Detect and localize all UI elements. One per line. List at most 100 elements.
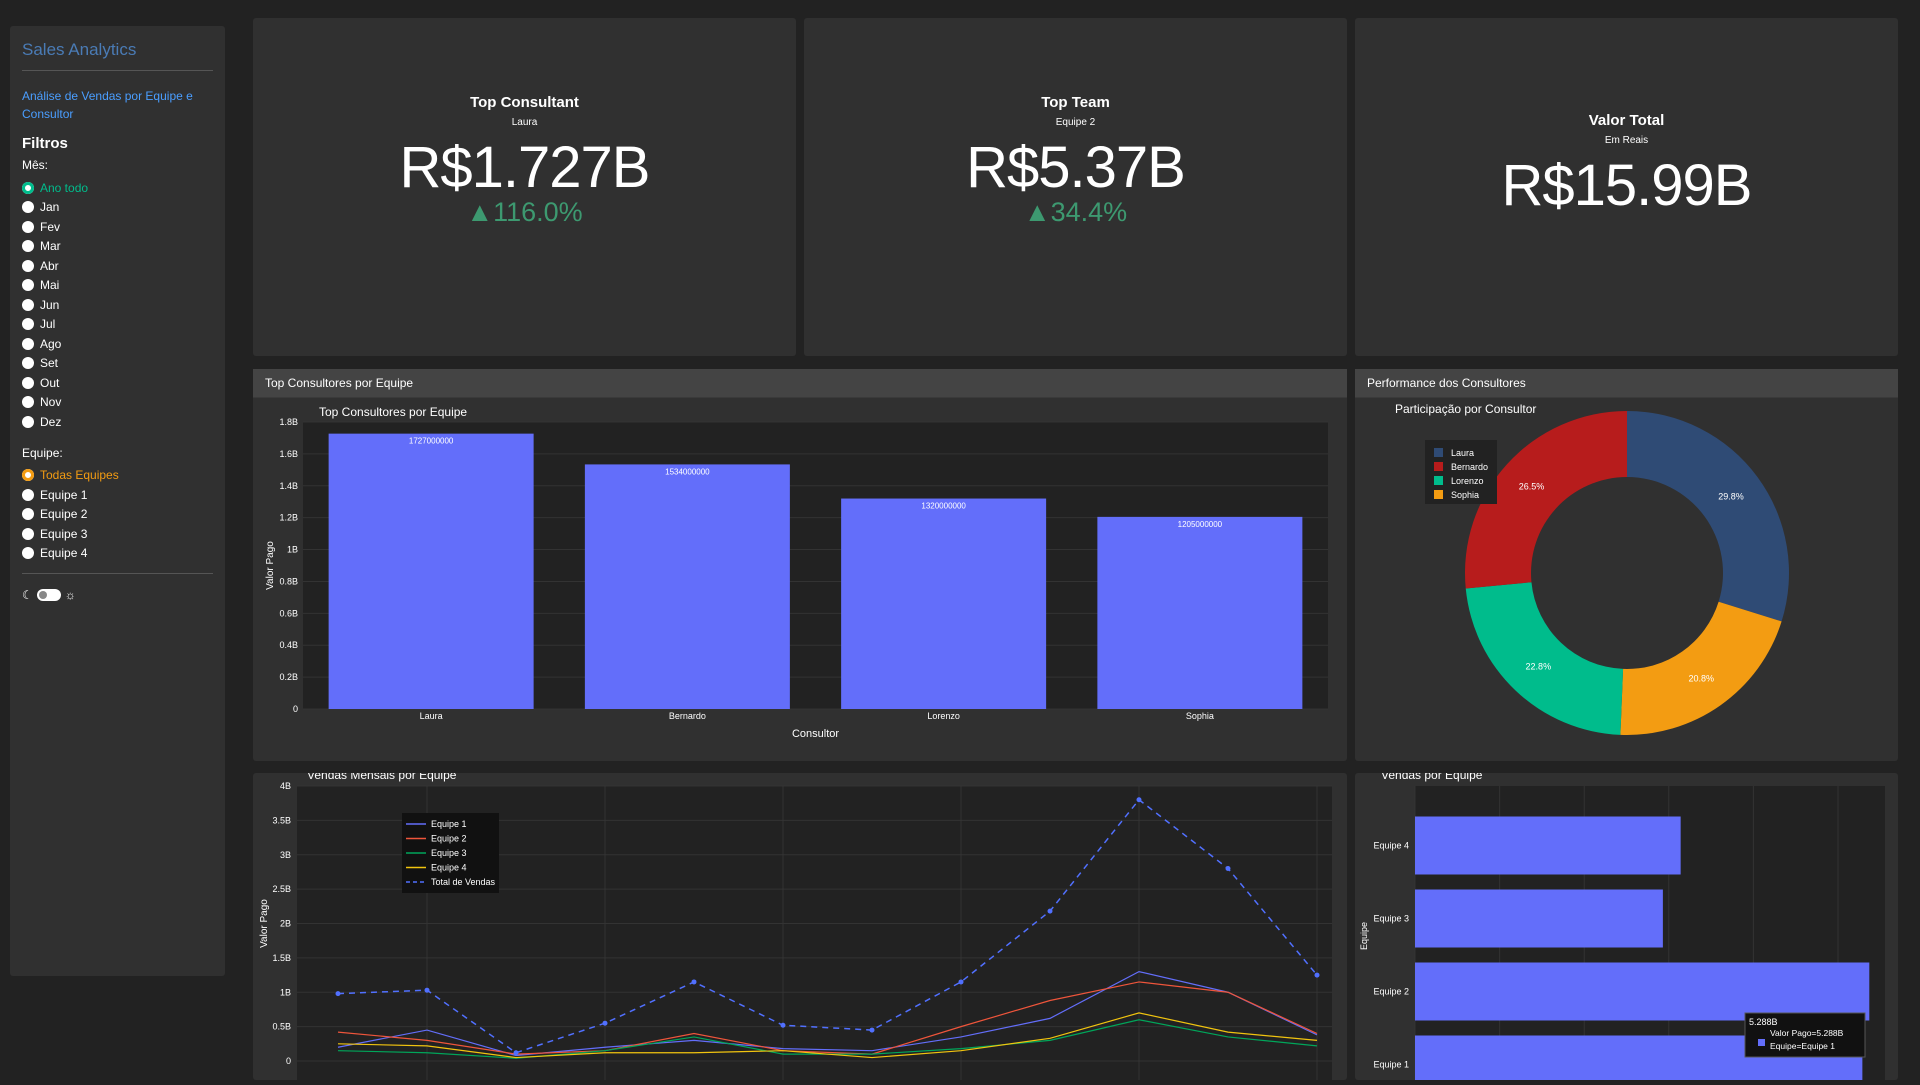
bar: [841, 498, 1047, 709]
radio-label: Nov: [40, 395, 62, 410]
radio-circle[interactable]: [22, 527, 34, 540]
monthly-sales-line-chart[interactable]: Vendas Mensais por Equipe 0 0.5B 1B 1.5B 2B 2.…: [253, 768, 1347, 1081]
bar-data-label: 1320000000: [921, 502, 966, 511]
radio-circle[interactable]: [22, 469, 34, 482]
team-radio-1[interactable]: Equipe 1: [22, 485, 213, 505]
y-tick-label: Equipe 2: [1373, 987, 1409, 997]
theme-switch[interactable]: [36, 589, 61, 601]
data-point: [335, 991, 341, 997]
consultant-donut-chart[interactable]: Participação por Consultor 29.8% 20.8% 22.8…: [1355, 398, 1898, 761]
y-axis-title: Valor Pago: [265, 541, 276, 590]
month-radio-3[interactable]: Mar: [22, 237, 213, 257]
month-radio-0[interactable]: Ano todo: [22, 178, 213, 198]
month-radio-5[interactable]: Mai: [22, 276, 213, 296]
sun-icon: ☼: [64, 588, 76, 602]
data-point: [1314, 972, 1320, 978]
legend: Laura Bernardo Lorenzo Sophia: [1425, 440, 1497, 504]
legend-label: Sophia: [1451, 490, 1479, 500]
data-point: [602, 1020, 608, 1026]
x-tick-label: Bernardo: [669, 711, 706, 721]
team-sales-bar-chart[interactable]: Vendas por Equipe Equipe Equipe 1 Equipe 2 E…: [1355, 768, 1898, 1085]
bar-data-label: 1205000000: [1178, 520, 1223, 529]
month-radio-11[interactable]: Nov: [22, 393, 213, 413]
radio-circle[interactable]: [22, 488, 34, 501]
month-radio-1[interactable]: Jan: [22, 198, 213, 218]
y-tick-label: Equipe 1: [1373, 1060, 1409, 1070]
team-radio-0[interactable]: Todas Equipes: [22, 466, 213, 486]
x-tick-label: Sophia: [1186, 711, 1214, 721]
sidebar-subtitle[interactable]: Análise de Vendas por Equipe e Consultor: [22, 87, 213, 123]
kpi-top-team: Top Team Equipe 2 R$5.37B ▲34.4%: [804, 18, 1347, 356]
slice-label: 20.8%: [1688, 673, 1714, 683]
data-point: [869, 1027, 875, 1033]
y-tick-label: 1.4B: [279, 481, 298, 491]
month-radio-9[interactable]: Set: [22, 354, 213, 374]
radio-circle[interactable]: [22, 201, 34, 214]
month-radio-2[interactable]: Fev: [22, 217, 213, 237]
team-sales-card: Vendas por Equipe Equipe Equipe 1 Equipe 2 E…: [1355, 768, 1898, 1085]
legend-label: Equipe 3: [431, 848, 467, 858]
team-radio-3[interactable]: Equipe 3: [22, 524, 213, 544]
bar: [584, 464, 790, 709]
team-radio-group: Todas Equipes Equipe 1 Equipe 2 Equipe 3 Equ…: [22, 466, 213, 564]
month-radio-group: Ano todo Jan Fev Mar Abr Mai Jun Jul Ago Set Out No…: [22, 178, 213, 432]
x-tick-label: Laura: [420, 711, 443, 721]
tooltip-value: 5.288B: [1749, 1017, 1778, 1027]
radio-circle[interactable]: [22, 298, 34, 311]
legend-label: Equipe 2: [431, 834, 467, 844]
bar: [1415, 962, 1870, 1021]
radio-circle[interactable]: [22, 547, 34, 560]
radio-label: Dez: [40, 414, 62, 429]
legend-label: Equipe 1: [431, 819, 467, 829]
radio-label: Equipe 1: [40, 487, 88, 502]
y-tick-label: 0.8B: [279, 576, 298, 586]
radio-label: Equipe 4: [40, 546, 88, 561]
kpi-delta: ▲116.0%: [466, 197, 583, 227]
month-radio-12[interactable]: Dez: [22, 412, 213, 432]
y-tick-label: 0.6B: [279, 608, 298, 618]
radio-circle[interactable]: [22, 220, 34, 233]
month-radio-6[interactable]: Jun: [22, 295, 213, 315]
card-header: Top Consultores por Equipe: [253, 369, 1347, 398]
y-tick-label: 1.5B: [272, 953, 291, 963]
radio-circle[interactable]: [22, 376, 34, 389]
radio-circle[interactable]: [22, 240, 34, 253]
brand-title[interactable]: Sales Analytics: [22, 40, 213, 71]
month-radio-7[interactable]: Jul: [22, 315, 213, 335]
y-tick-label: 2B: [280, 919, 291, 929]
radio-circle[interactable]: [22, 357, 34, 370]
month-label: Mês:: [22, 158, 49, 172]
y-tick-label: 4B: [280, 781, 291, 791]
radio-circle[interactable]: [22, 259, 34, 272]
y-tick-label: 1B: [287, 545, 298, 555]
month-radio-10[interactable]: Out: [22, 373, 213, 393]
radio-circle[interactable]: [22, 337, 34, 350]
radio-circle[interactable]: [22, 318, 34, 331]
month-radio-4[interactable]: Abr: [22, 256, 213, 276]
data-point: [513, 1050, 519, 1056]
chart-title: Participação por Consultor: [1395, 402, 1536, 416]
kpi-value: R$1.727B: [399, 135, 651, 200]
consultants-bar-chart[interactable]: Top Consultores por Equipe 0 0.2B 0.4B 0.6B 0…: [253, 398, 1347, 761]
radio-label: Equipe 2: [40, 507, 88, 522]
card-header: Performance dos Consultores: [1355, 369, 1898, 398]
performance-card: Performance dos Consultores Participação…: [1355, 369, 1898, 761]
month-radio-8[interactable]: Ago: [22, 334, 213, 354]
radio-circle[interactable]: [22, 415, 34, 428]
y-tick-label: Equipe 4: [1373, 841, 1409, 851]
y-tick-label: 0.5B: [272, 1022, 291, 1032]
theme-toggle[interactable]: ☾ ☼: [22, 588, 213, 602]
radio-circle[interactable]: [22, 181, 34, 194]
legend-swatch: [1434, 462, 1443, 471]
bar: [1097, 516, 1303, 709]
radio-label: Mar: [40, 239, 61, 254]
team-label: Equipe:: [22, 445, 63, 460]
y-tick-label: 0.4B: [279, 640, 298, 650]
team-radio-4[interactable]: Equipe 4: [22, 544, 213, 564]
radio-circle[interactable]: [22, 508, 34, 521]
team-radio-2[interactable]: Equipe 2: [22, 505, 213, 525]
radio-circle[interactable]: [22, 279, 34, 292]
legend-label: Lorenzo: [1451, 476, 1484, 486]
radio-circle[interactable]: [22, 396, 34, 409]
radio-label: Todas Equipes: [40, 468, 119, 483]
